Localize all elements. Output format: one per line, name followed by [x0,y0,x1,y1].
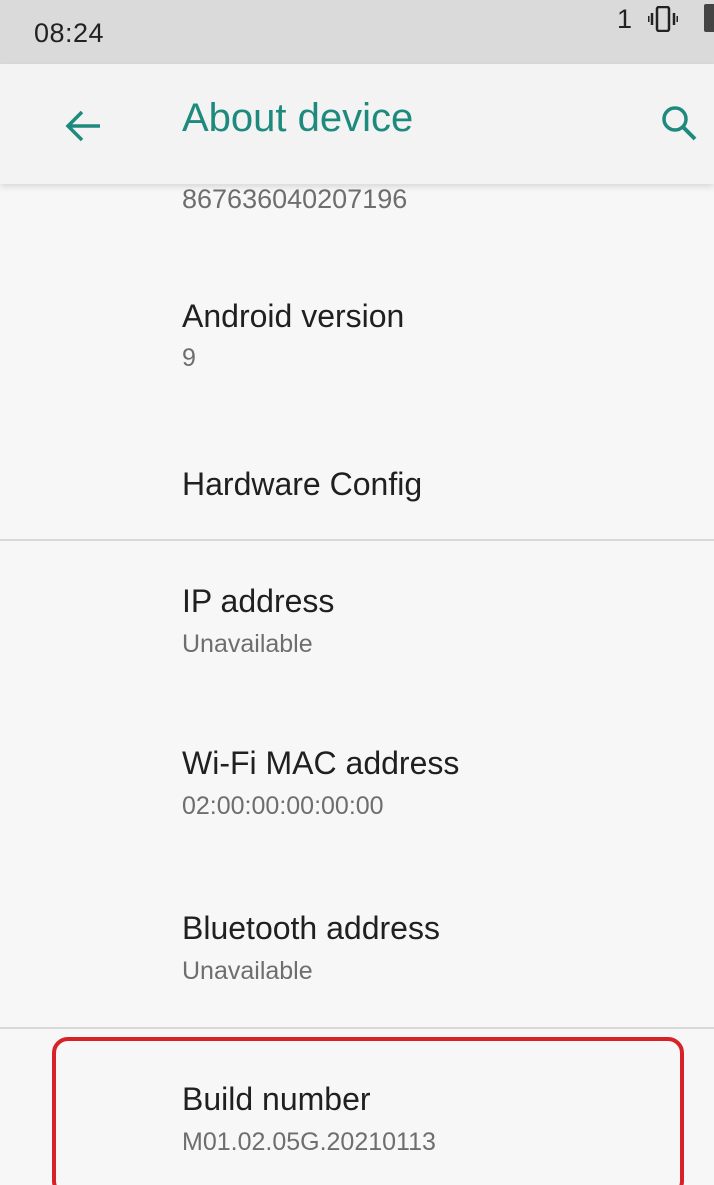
ip-address-title: IP address [182,583,335,619]
android-version-title: Android version [182,298,405,334]
back-button[interactable] [52,94,116,158]
notification-count: 1 [616,4,632,34]
list-item-ip-address[interactable]: IP address Unavailable [0,541,714,679]
bluetooth-title: Bluetooth address [182,910,440,946]
bluetooth-summary: Unavailable [182,957,313,985]
list-item-android-version[interactable]: Android version 9 [0,244,714,384]
vibrate-icon [647,5,679,33]
battery-icon [704,4,714,32]
app-bar: About device [0,64,714,184]
status-bar: 08:24 1 [0,0,714,64]
ip-address-summary: Unavailable [182,630,313,658]
page-title: About device [182,96,414,140]
imei-summary: 867636040207196 [182,184,408,214]
list-item-bluetooth[interactable]: Bluetooth address Unavailable [0,844,714,1012]
search-button[interactable] [648,92,712,156]
list-item-wifi-mac[interactable]: Wi-Fi MAC address 02:00:00:00:00:00 [0,679,714,844]
wifi-mac-title: Wi-Fi MAC address [182,745,460,781]
status-time: 08:24 [34,18,105,48]
list-item-build-number[interactable]: Build number M01.02.05G.20210113 [0,1029,714,1185]
hardware-config-title: Hardware Config [182,466,423,502]
build-number-title: Build number [182,1081,371,1117]
list-item-imei[interactable]: 867636040207196 [0,184,714,244]
android-version-summary: 9 [182,344,196,372]
list-item-hardware-config[interactable]: Hardware Config [0,384,714,539]
wifi-mac-summary: 02:00:00:00:00:00 [182,792,384,820]
screen: 08:24 1 About device 867636040207196 And… [0,0,714,1185]
build-number-summary: M01.02.05G.20210113 [182,1128,436,1156]
settings-list: 867636040207196 Android version 9 Hardwa… [0,184,714,1185]
